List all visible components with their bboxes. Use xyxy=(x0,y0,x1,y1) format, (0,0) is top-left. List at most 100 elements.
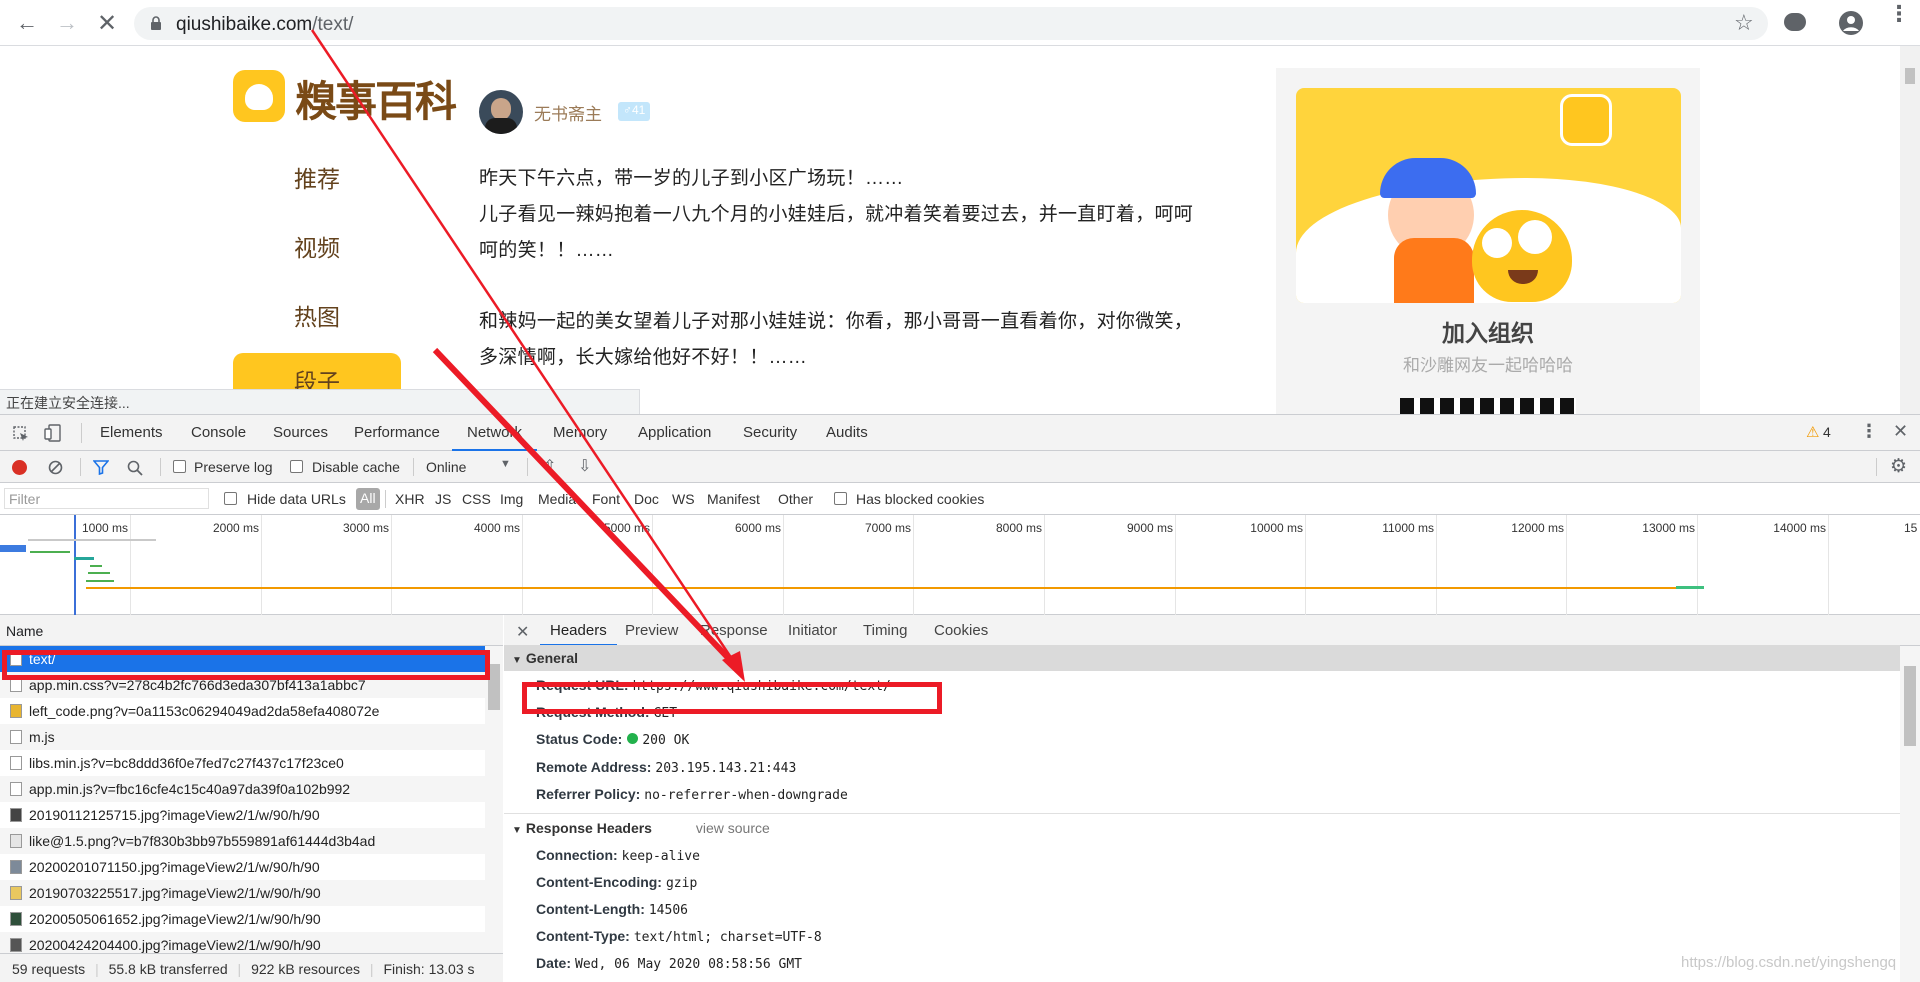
preserve-log-checkbox[interactable] xyxy=(173,460,186,473)
tab-performance[interactable]: Performance xyxy=(354,424,440,441)
stop-loading-icon[interactable]: ✕ xyxy=(92,8,122,38)
post-text-line[interactable]: 呵的笑！！…… xyxy=(479,235,614,262)
site-logo-icon[interactable] xyxy=(233,70,285,122)
export-har-icon[interactable]: ⇩ xyxy=(578,456,591,476)
filter-icon[interactable] xyxy=(93,460,109,475)
import-har-icon[interactable]: ⇧ xyxy=(543,456,556,476)
star-bookmark-icon[interactable]: ☆ xyxy=(1734,10,1754,36)
header-row[interactable]: Status Code: 200 OK xyxy=(536,731,689,748)
filter-input[interactable]: Filter xyxy=(4,488,209,509)
filter-type-media[interactable]: Media xyxy=(538,491,576,507)
tab-initiator[interactable]: Initiator xyxy=(788,622,837,639)
search-icon[interactable] xyxy=(127,460,143,476)
header-row[interactable]: Content-Encoding: gzip xyxy=(536,874,697,891)
warning-count[interactable]: 4 xyxy=(1823,424,1831,440)
chevron-down-icon[interactable]: ▼ xyxy=(500,458,511,470)
request-row[interactable]: 20200201071150.jpg?imageView2/1/w/90/h/9… xyxy=(0,854,485,880)
author-name[interactable]: 无书斋主 xyxy=(534,100,602,125)
nav-item-video[interactable]: 视频 xyxy=(294,229,340,263)
tab-audits[interactable]: Audits xyxy=(826,424,868,441)
tab-application[interactable]: Application xyxy=(638,424,711,441)
filter-type-other[interactable]: Other xyxy=(778,491,813,507)
promo-illustration[interactable] xyxy=(1296,88,1681,303)
header-row[interactable]: Content-Length: 14506 xyxy=(536,901,688,918)
request-row[interactable]: m.js xyxy=(0,724,485,750)
gear-icon[interactable]: ⚙ xyxy=(1890,455,1907,478)
has-blocked-cookies-label[interactable]: Has blocked cookies xyxy=(856,491,984,507)
tab-timing[interactable]: Timing xyxy=(863,622,907,639)
record-icon[interactable] xyxy=(12,460,27,475)
tab-network[interactable]: Network xyxy=(452,415,538,451)
request-row[interactable]: left_code.png?v=0a1153c06294049ad2da58ef… xyxy=(0,698,485,724)
tab-sources[interactable]: Sources xyxy=(273,424,328,441)
filter-type-doc[interactable]: Doc xyxy=(634,491,659,507)
details-scrollbar[interactable] xyxy=(1900,646,1920,982)
incognito-icon[interactable] xyxy=(1784,13,1806,31)
filter-type-manifest[interactable]: Manifest xyxy=(707,491,760,507)
qr-code[interactable] xyxy=(1400,398,1576,414)
filter-type-css[interactable]: CSS xyxy=(462,491,491,507)
tab-console[interactable]: Console xyxy=(191,424,246,441)
filter-type-js[interactable]: JS xyxy=(435,491,451,507)
tab-security[interactable]: Security xyxy=(743,424,797,441)
request-row[interactable]: 20190112125715.jpg?imageView2/1/w/90/h/9… xyxy=(0,802,485,828)
request-row[interactable]: 20200424204400.jpg?imageView2/1/w/90/h/9… xyxy=(0,932,485,953)
request-list-scrollbar[interactable] xyxy=(485,646,503,953)
disable-cache-label[interactable]: Disable cache xyxy=(312,459,400,475)
filter-type-font[interactable]: Font xyxy=(592,491,620,507)
network-overview-timeline[interactable]: 1000 ms 2000 ms 3000 ms 4000 ms 5000 ms … xyxy=(0,515,1920,615)
disable-cache-checkbox[interactable] xyxy=(290,460,303,473)
profile-avatar-icon[interactable] xyxy=(1838,10,1864,36)
filter-type-all[interactable]: All xyxy=(356,488,380,510)
filter-type-ws[interactable]: WS xyxy=(672,491,695,507)
nav-item-recommend[interactable]: 推荐 xyxy=(294,160,340,194)
request-row[interactable]: like@1.5.png?v=b7f830b3bb97b559891af6144… xyxy=(0,828,485,854)
tab-memory[interactable]: Memory xyxy=(553,424,607,441)
forward-arrow-icon[interactable]: → xyxy=(52,8,82,38)
preserve-log-label[interactable]: Preserve log xyxy=(194,459,273,475)
request-row[interactable]: 20200505061652.jpg?imageView2/1/w/90/h/9… xyxy=(0,906,485,932)
header-row[interactable]: Connection: keep-alive xyxy=(536,847,700,864)
address-bar[interactable]: qiushibaike.com/text/ ☆ xyxy=(134,7,1768,40)
throttling-select[interactable]: Online xyxy=(426,459,466,475)
tab-preview[interactable]: Preview xyxy=(625,622,678,639)
author-avatar[interactable] xyxy=(479,90,523,134)
tab-elements[interactable]: Elements xyxy=(100,424,163,441)
request-row[interactable]: 20190703225517.jpg?imageView2/1/w/90/h/9… xyxy=(0,880,485,906)
page-scrollbar[interactable] xyxy=(1900,46,1920,414)
post-text-line[interactable]: 和辣妈一起的美女望着儿子对那小娃娃说：你看，那小哥哥一直看着你，对你微笑， xyxy=(479,306,1193,333)
header-row[interactable]: Remote Address: 203.195.143.21:443 xyxy=(536,759,796,776)
device-toolbar-icon[interactable] xyxy=(44,424,62,442)
back-arrow-icon[interactable]: ← xyxy=(12,8,42,38)
tab-cookies[interactable]: Cookies xyxy=(934,622,988,639)
devtools-menu-icon[interactable]: ⋮ xyxy=(1860,421,1878,442)
post-text-line[interactable]: 多深情啊，长大嫁给他好不好！！…… xyxy=(479,342,807,369)
request-row[interactable]: app.min.js?v=fbc16cfe4c15c40a97da39f0a10… xyxy=(0,776,485,802)
hide-data-urls-label[interactable]: Hide data URLs xyxy=(247,491,346,507)
filter-type-xhr[interactable]: XHR xyxy=(395,491,425,507)
tab-response[interactable]: Response xyxy=(700,622,768,639)
close-devtools-icon[interactable]: ✕ xyxy=(1893,421,1908,442)
close-details-icon[interactable]: ✕ xyxy=(516,622,529,642)
header-row[interactable]: Date: Wed, 06 May 2020 08:58:56 GMT xyxy=(536,955,802,982)
view-source-link[interactable]: view source xyxy=(696,820,770,836)
warning-icon[interactable]: ⚠ xyxy=(1806,423,1819,441)
has-blocked-cookies-checkbox[interactable] xyxy=(834,492,847,505)
menu-kebab-icon[interactable]: ⋮ xyxy=(1888,3,1910,25)
nav-item-hot-images[interactable]: 热图 xyxy=(294,298,340,332)
response-headers-section-header[interactable]: ▼ Response Headers view source xyxy=(504,815,1900,841)
header-row[interactable]: Content-Type: text/html; charset=UTF-8 xyxy=(536,928,822,945)
site-logo-text[interactable]: 糗事百科 xyxy=(295,68,457,129)
header-row[interactable]: Referrer Policy: no-referrer-when-downgra… xyxy=(536,786,848,803)
hide-data-urls-checkbox[interactable] xyxy=(224,492,237,505)
tab-headers[interactable]: Headers xyxy=(540,615,617,646)
clear-icon[interactable] xyxy=(48,460,63,475)
request-row[interactable]: libs.min.js?v=bc8ddd36f0e7fed7c27f437c17… xyxy=(0,750,485,776)
post-text-line[interactable]: 昨天下午六点，带一岁的儿子到小区广场玩！…… xyxy=(479,163,904,190)
inspect-element-icon[interactable] xyxy=(13,426,29,442)
filter-type-img[interactable]: Img xyxy=(500,491,523,507)
post-text-line[interactable]: 儿子看见一辣妈抱着一八九个月的小娃娃后，就冲着笑着要过去，并一直盯着，呵呵 xyxy=(479,199,1193,226)
url-text[interactable]: qiushibaike.com/text/ xyxy=(176,14,353,36)
name-column-header[interactable]: Name xyxy=(0,615,503,646)
general-section-header[interactable]: ▼ General xyxy=(504,645,1900,671)
